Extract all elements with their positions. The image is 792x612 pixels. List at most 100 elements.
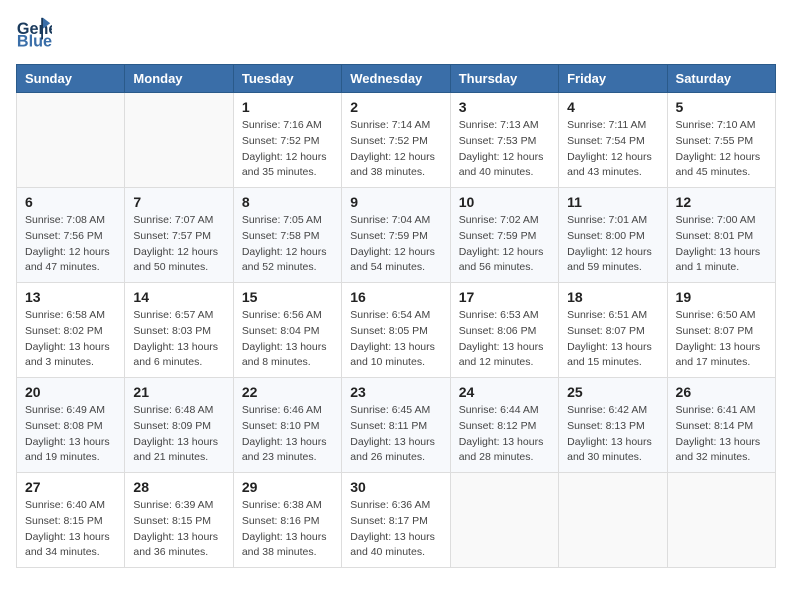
day-info: Sunrise: 7:13 AMSunset: 7:53 PMDaylight:… [459,118,550,181]
day-number: 22 [242,384,333,400]
day-number: 26 [676,384,767,400]
calendar-cell: 10 Sunrise: 7:02 AMSunset: 7:59 PMDayligh… [450,188,558,283]
calendar-cell: 21 Sunrise: 6:48 AMSunset: 8:09 PMDayligh… [125,378,233,473]
day-info: Sunrise: 6:45 AMSunset: 8:11 PMDaylight:… [350,403,441,466]
calendar-cell [17,93,125,188]
day-info: Sunrise: 6:49 AMSunset: 8:08 PMDaylight:… [25,403,116,466]
day-info: Sunrise: 7:02 AMSunset: 7:59 PMDaylight:… [459,213,550,276]
page-header: General Blue [16,16,776,52]
day-info: Sunrise: 6:46 AMSunset: 8:10 PMDaylight:… [242,403,333,466]
day-number: 25 [567,384,658,400]
calendar-cell: 26 Sunrise: 6:41 AMSunset: 8:14 PMDayligh… [667,378,775,473]
day-number: 6 [25,194,116,210]
day-info: Sunrise: 6:56 AMSunset: 8:04 PMDaylight:… [242,308,333,371]
day-info: Sunrise: 7:07 AMSunset: 7:57 PMDaylight:… [133,213,224,276]
calendar-cell: 18 Sunrise: 6:51 AMSunset: 8:07 PMDayligh… [559,283,667,378]
weekday-header-saturday: Saturday [667,65,775,93]
svg-text:Blue: Blue [17,33,52,51]
calendar-cell [125,93,233,188]
day-number: 5 [676,99,767,115]
day-number: 2 [350,99,441,115]
calendar-cell: 6 Sunrise: 7:08 AMSunset: 7:56 PMDaylight… [17,188,125,283]
day-number: 18 [567,289,658,305]
calendar-cell [450,473,558,568]
weekday-header-friday: Friday [559,65,667,93]
day-info: Sunrise: 6:42 AMSunset: 8:13 PMDaylight:… [567,403,658,466]
calendar-cell: 9 Sunrise: 7:04 AMSunset: 7:59 PMDaylight… [342,188,450,283]
day-info: Sunrise: 7:08 AMSunset: 7:56 PMDaylight:… [25,213,116,276]
calendar-cell: 19 Sunrise: 6:50 AMSunset: 8:07 PMDayligh… [667,283,775,378]
day-info: Sunrise: 6:53 AMSunset: 8:06 PMDaylight:… [459,308,550,371]
day-number: 15 [242,289,333,305]
day-info: Sunrise: 6:51 AMSunset: 8:07 PMDaylight:… [567,308,658,371]
calendar-cell: 23 Sunrise: 6:45 AMSunset: 8:11 PMDayligh… [342,378,450,473]
day-number: 16 [350,289,441,305]
day-number: 8 [242,194,333,210]
day-info: Sunrise: 6:38 AMSunset: 8:16 PMDaylight:… [242,498,333,561]
day-number: 29 [242,479,333,495]
day-number: 11 [567,194,658,210]
day-number: 14 [133,289,224,305]
calendar-cell: 4 Sunrise: 7:11 AMSunset: 7:54 PMDaylight… [559,93,667,188]
day-number: 9 [350,194,441,210]
weekday-header-sunday: Sunday [17,65,125,93]
day-info: Sunrise: 7:00 AMSunset: 8:01 PMDaylight:… [676,213,767,276]
day-info: Sunrise: 7:11 AMSunset: 7:54 PMDaylight:… [567,118,658,181]
day-info: Sunrise: 6:48 AMSunset: 8:09 PMDaylight:… [133,403,224,466]
calendar-cell: 11Sunrise: 7:01 AMSunset: 8:00 PMDayligh… [559,188,667,283]
day-info: Sunrise: 6:40 AMSunset: 8:15 PMDaylight:… [25,498,116,561]
day-number: 1 [242,99,333,115]
calendar-week-1: 1 Sunrise: 7:16 AMSunset: 7:52 PMDaylight… [17,93,776,188]
calendar-cell: 25 Sunrise: 6:42 AMSunset: 8:13 PMDayligh… [559,378,667,473]
day-number: 17 [459,289,550,305]
day-info: Sunrise: 6:44 AMSunset: 8:12 PMDaylight:… [459,403,550,466]
calendar-cell [667,473,775,568]
calendar-cell: 29 Sunrise: 6:38 AMSunset: 8:16 PMDayligh… [233,473,341,568]
day-info: Sunrise: 6:39 AMSunset: 8:15 PMDaylight:… [133,498,224,561]
calendar-week-3: 13Sunrise: 6:58 AMSunset: 8:02 PMDayligh… [17,283,776,378]
logo: General Blue [16,16,52,52]
day-info: Sunrise: 6:36 AMSunset: 8:17 PMDaylight:… [350,498,441,561]
calendar-cell [559,473,667,568]
calendar-cell: 5 Sunrise: 7:10 AMSunset: 7:55 PMDaylight… [667,93,775,188]
calendar-cell: 12 Sunrise: 7:00 AMSunset: 8:01 PMDayligh… [667,188,775,283]
weekday-header-wednesday: Wednesday [342,65,450,93]
day-number: 30 [350,479,441,495]
calendar-cell: 30 Sunrise: 6:36 AMSunset: 8:17 PMDayligh… [342,473,450,568]
day-number: 12 [676,194,767,210]
day-number: 7 [133,194,224,210]
day-info: Sunrise: 6:50 AMSunset: 8:07 PMDaylight:… [676,308,767,371]
day-info: Sunrise: 6:41 AMSunset: 8:14 PMDaylight:… [676,403,767,466]
day-number: 24 [459,384,550,400]
calendar-week-4: 20 Sunrise: 6:49 AMSunset: 8:08 PMDayligh… [17,378,776,473]
day-number: 4 [567,99,658,115]
calendar-cell: 24 Sunrise: 6:44 AMSunset: 8:12 PMDayligh… [450,378,558,473]
calendar-cell: 2 Sunrise: 7:14 AMSunset: 7:52 PMDaylight… [342,93,450,188]
day-info: Sunrise: 7:04 AMSunset: 7:59 PMDaylight:… [350,213,441,276]
weekday-header-thursday: Thursday [450,65,558,93]
day-number: 23 [350,384,441,400]
calendar-cell: 13Sunrise: 6:58 AMSunset: 8:02 PMDayligh… [17,283,125,378]
weekday-header-tuesday: Tuesday [233,65,341,93]
day-info: Sunrise: 7:10 AMSunset: 7:55 PMDaylight:… [676,118,767,181]
calendar-cell: 28 Sunrise: 6:39 AMSunset: 8:15 PMDayligh… [125,473,233,568]
calendar-cell: 22 Sunrise: 6:46 AMSunset: 8:10 PMDayligh… [233,378,341,473]
calendar-cell: 15 Sunrise: 6:56 AMSunset: 8:04 PMDayligh… [233,283,341,378]
calendar-week-2: 6 Sunrise: 7:08 AMSunset: 7:56 PMDaylight… [17,188,776,283]
day-info: Sunrise: 7:14 AMSunset: 7:52 PMDaylight:… [350,118,441,181]
day-number: 20 [25,384,116,400]
day-number: 21 [133,384,224,400]
day-info: Sunrise: 7:16 AMSunset: 7:52 PMDaylight:… [242,118,333,181]
day-info: Sunrise: 6:54 AMSunset: 8:05 PMDaylight:… [350,308,441,371]
day-info: Sunrise: 6:57 AMSunset: 8:03 PMDaylight:… [133,308,224,371]
calendar-cell: 14 Sunrise: 6:57 AMSunset: 8:03 PMDayligh… [125,283,233,378]
weekday-header-row: SundayMondayTuesdayWednesdayThursdayFrid… [17,65,776,93]
day-number: 3 [459,99,550,115]
calendar-cell: 7 Sunrise: 7:07 AMSunset: 7:57 PMDaylight… [125,188,233,283]
day-number: 10 [459,194,550,210]
day-number: 28 [133,479,224,495]
day-number: 19 [676,289,767,305]
day-info: Sunrise: 7:05 AMSunset: 7:58 PMDaylight:… [242,213,333,276]
calendar-cell: 16 Sunrise: 6:54 AMSunset: 8:05 PMDayligh… [342,283,450,378]
calendar-cell: 17 Sunrise: 6:53 AMSunset: 8:06 PMDayligh… [450,283,558,378]
